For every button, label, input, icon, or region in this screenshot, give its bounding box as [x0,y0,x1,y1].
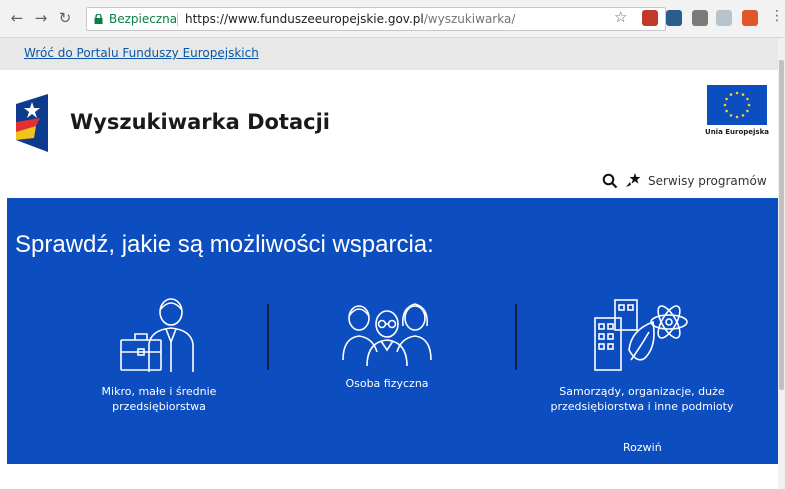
card-individual[interactable]: Osoba fizyczna [307,294,467,391]
card-smes[interactable]: Mikro, małe i średnie przedsiębiorstwa [69,294,249,414]
card-label-line1: Mikro, małe i średnie [101,385,217,398]
address-bar[interactable]: Bezpieczna https://www.funduszeeuropejsk… [86,7,666,31]
search-icon[interactable] [602,173,618,189]
office-extension-icon[interactable] [742,10,758,26]
menu-dots-icon[interactable]: ⋮ [770,8,784,24]
card-institutions[interactable]: Samorządy, organizacje, duże przedsiębio… [537,294,747,414]
site-header: Wyszukiwarka Dotacji Unia Europejska Ser… [0,70,785,198]
card-label-line2: przedsiębiorstwa [112,400,206,413]
site-title[interactable]: Wyszukiwarka Dotacji [70,110,330,134]
expand-button[interactable]: Rozwiń [623,441,662,454]
card-label: Samorządy, organizacje, duże przedsiębio… [537,384,747,414]
card-label: Osoba fizyczna [307,376,467,391]
page-scrollbar[interactable] [778,38,785,489]
card-label-line2: przedsiębiorstwa i inne podmioty [550,400,734,413]
people-group-icon [342,303,432,367]
bookmark-star-icon[interactable]: ☆ [614,8,627,26]
scroll-thumb[interactable] [779,60,784,390]
funds-logo-icon[interactable] [14,92,50,152]
extension-icon[interactable] [692,10,708,26]
business-person-icon [120,298,194,372]
return-portal-link[interactable]: Wróć do Portalu Funduszy Europejskich [24,46,259,60]
programs-star-icon[interactable] [624,171,642,189]
portal-return-strip: Wróć do Portalu Funduszy Europejskich [0,38,785,70]
card-divider [515,304,517,370]
card-label-line1: Osoba fizyczna [345,377,429,390]
card-label-line1: Samorządy, organizacje, duże [559,385,725,398]
url-path: /wyszukiwarka/ [423,12,516,26]
secure-label: Bezpieczna [109,12,178,26]
lock-icon [94,14,103,24]
eu-flag-icon [707,85,767,125]
new-extension-icon[interactable] [666,10,682,26]
arrow-left-icon[interactable]: ← [8,9,26,27]
adblock-extension-icon[interactable] [642,10,658,26]
eu-label: Unia Europejska [705,128,769,136]
reload-icon[interactable]: ↻ [56,9,74,27]
card-label: Mikro, małe i średnie przedsiębiorstwa [69,384,249,414]
buildings-science-icon [594,299,688,371]
browser-toolbar: ← → ↻ Bezpieczna https://www.funduszeeur… [0,0,785,38]
support-hero: Sprawdź, jakie są możliwości wsparcia: M… [7,198,778,464]
hero-title: Sprawdź, jakie są możliwości wsparcia: [15,231,434,258]
arrow-right-icon[interactable]: → [32,9,50,27]
programs-services-link[interactable]: Serwisy programów [648,174,767,188]
url-text[interactable]: https://www.funduszeeuropejskie.gov.pl/w… [185,8,515,30]
dropbox-extension-icon[interactable] [716,10,732,26]
card-divider [267,304,269,370]
omnibox-separator [177,13,178,26]
url-host: https://www.funduszeeuropejskie.gov.pl [185,12,424,26]
